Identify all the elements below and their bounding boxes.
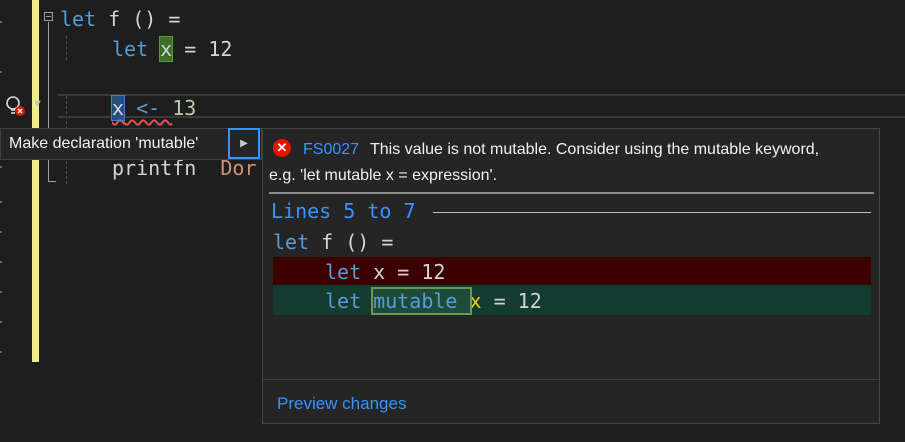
change-indicator-bar [32,0,39,362]
keyword: let [273,230,310,254]
fix-preview-panel: ✕ FS0027 This value is not mutable. Cons… [262,128,880,424]
error-message-line-2: e.g. 'let mutable x = expression'. [269,167,498,184]
quick-action-label[interactable]: Make declaration 'mutable' [9,135,198,153]
chevron-right-icon[interactable]: ▶ [228,128,260,159]
variable-x-error[interactable]: x [110,95,126,121]
code-line-3: x <- 13 [110,95,197,121]
code-text: f () = [96,7,181,31]
code-text: = 12 [481,289,542,313]
error-circle-icon: ✕ [273,139,291,157]
keyword: let [112,37,149,61]
code-line-1: let f () = [60,6,180,32]
indent-guide [66,36,67,60]
assign-operator: <- [124,96,173,120]
mutable-keyword-highlight: mutable [371,287,472,315]
keyword: let [325,289,362,313]
error-message: This value is not mutable. Consider usin… [370,141,820,158]
divider [263,379,879,380]
code-text: f () = [309,230,394,254]
divider [269,192,874,194]
lightbulb-error-icon[interactable]: ▼ [2,94,46,118]
removed-code-line: let x = 12 [325,259,445,285]
number-literal: 13 [172,96,197,120]
variable-x: x [469,289,482,313]
chevron-down-icon[interactable]: ▼ [32,98,43,110]
preview-code-line: let f () = [273,229,393,255]
glyph-margin [0,0,2,442]
keyword: let [325,260,362,284]
keyword: let [60,7,97,31]
fold-guide-end [48,181,56,182]
lines-range-title: Lines 5 to 7 [271,199,416,223]
quick-action-item[interactable]: Make declaration 'mutable' [0,128,262,160]
code-text: = 12 [172,37,233,61]
divider [433,212,871,213]
preview-changes-link[interactable]: Preview changes [277,394,406,414]
code-line-2: let x = 12 [112,36,232,62]
error-code-link[interactable]: FS0027 [303,141,359,159]
collapse-icon[interactable] [44,12,53,21]
code-text: x = 12 [361,260,446,284]
added-code-line: let mutable x = 12 [325,287,542,315]
variable-x-reference[interactable]: x [159,36,174,62]
